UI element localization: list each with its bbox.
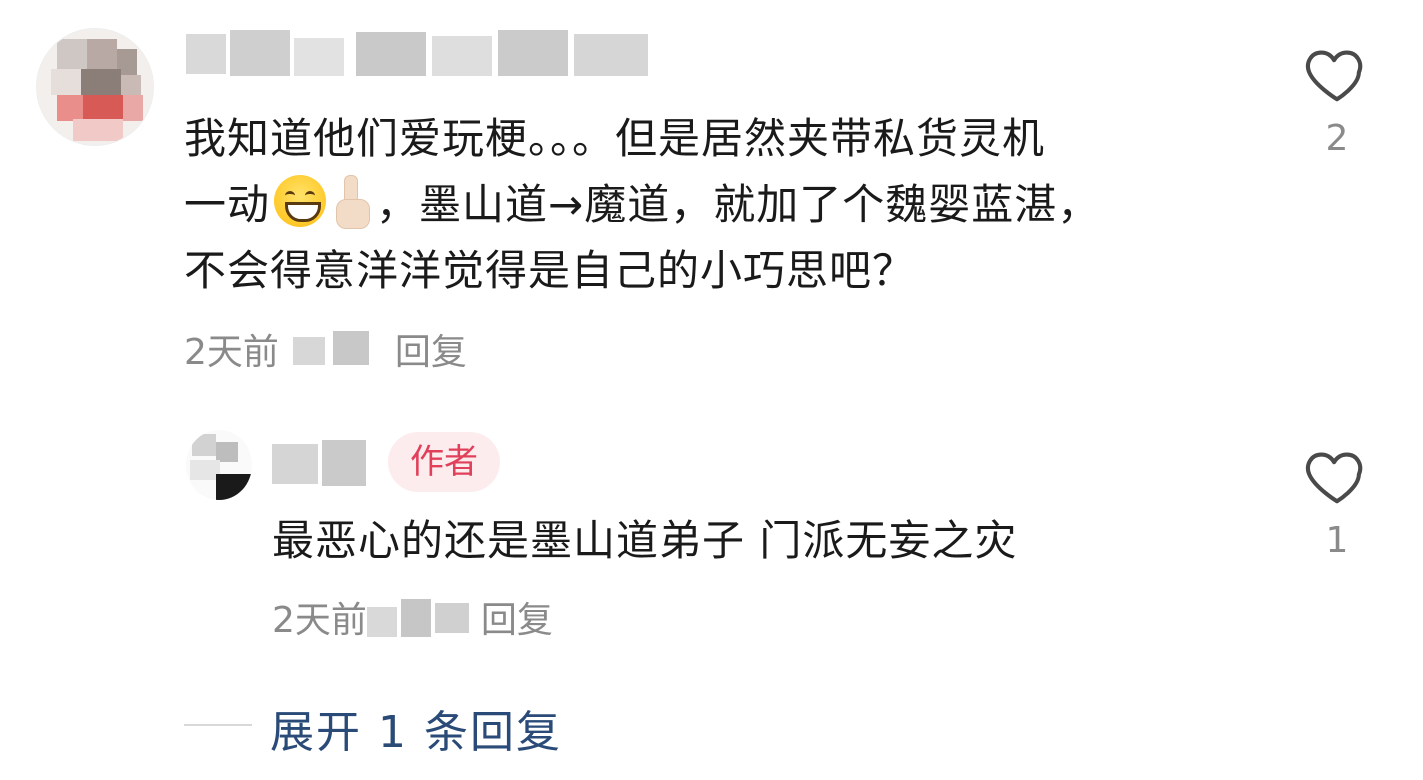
reply-avatar[interactable] bbox=[186, 430, 252, 500]
expand-replies-button[interactable]: 展开 1 条回复 bbox=[270, 696, 562, 760]
location-blurred bbox=[292, 331, 375, 367]
avatar[interactable] bbox=[36, 28, 154, 146]
comment-time: 2天前 bbox=[184, 332, 279, 373]
reply-location-blurred bbox=[366, 597, 477, 637]
comment-line: 我知道他们爱玩梗。。。但是居然夹带私货灵机 bbox=[184, 114, 1046, 163]
comment-body: 我知道他们爱玩梗。。。但是居然夹带私货灵机 一动 ，墨山道→魔道，就加了个魏婴蓝湛… bbox=[184, 106, 1264, 304]
reply-username-blurred[interactable] bbox=[272, 440, 372, 490]
heart-icon bbox=[1305, 452, 1363, 504]
grinning-face-emoji bbox=[274, 175, 327, 227]
reply-time: 2天前 bbox=[272, 600, 367, 641]
comment-meta: 2天前 回复 bbox=[184, 324, 467, 374]
comment-line: 不会得意洋洋觉得是自己的小巧思吧？ bbox=[184, 246, 916, 295]
reply-meta: 2天前 回复 bbox=[272, 592, 553, 642]
like-count: 2 bbox=[1325, 118, 1349, 159]
pointing-up-emoji bbox=[334, 175, 371, 229]
username-blurred[interactable] bbox=[186, 30, 656, 80]
comment-line: 一动 ，墨山道→魔道，就加了个魏婴蓝湛， bbox=[184, 172, 1264, 238]
like-button[interactable] bbox=[1302, 38, 1372, 108]
author-badge: 作者 bbox=[388, 432, 500, 492]
expand-divider bbox=[184, 724, 252, 726]
heart-icon bbox=[1305, 50, 1363, 102]
reply-like-button[interactable] bbox=[1302, 440, 1372, 510]
reply-button[interactable]: 回复 bbox=[481, 591, 553, 643]
reply-body: 最恶心的还是墨山道弟子 门派无妄之灾 bbox=[272, 516, 1018, 565]
reply-like-count: 1 bbox=[1325, 520, 1349, 561]
reply-button[interactable]: 回复 bbox=[395, 323, 467, 375]
